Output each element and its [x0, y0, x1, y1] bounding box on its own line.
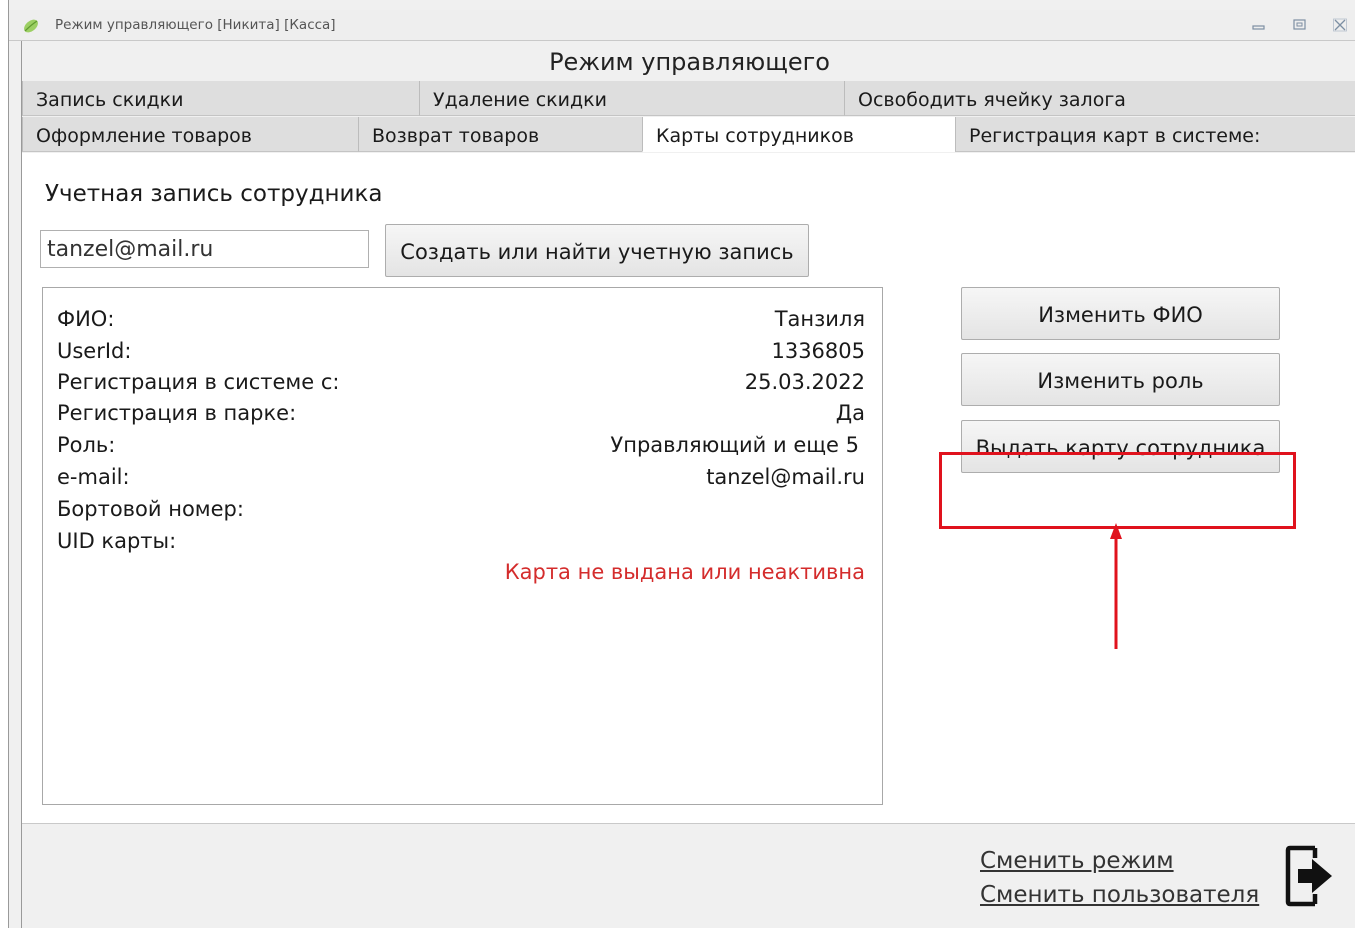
info-row: Роль: Управляющий и еще 5 — [57, 433, 865, 465]
tab-goods-registration[interactable]: Оформление товаров — [22, 117, 358, 152]
tab-row-1: Запись скидки Удаление скидки Освободить… — [22, 81, 1355, 117]
tab-free-deposit-cell[interactable]: Освободить ячейку залога — [844, 81, 1355, 116]
issue-card-button[interactable]: Выдать карту сотрудника — [961, 420, 1280, 473]
info-row: e-mail: tanzel@mail.ru — [57, 465, 865, 497]
find-account-button[interactable]: Создать или найти учетную запись — [385, 224, 809, 277]
info-key: Роль: — [57, 433, 116, 457]
switch-mode-link[interactable]: Сменить режим — [980, 848, 1174, 874]
title-bar: Режим управляющего [Никита] [Касса] — [9, 10, 1355, 41]
tab-employee-cards[interactable]: Карты сотрудников — [642, 117, 955, 152]
info-value: Да — [835, 401, 865, 425]
window-title: Режим управляющего [Никита] [Касса] — [55, 17, 336, 33]
info-key: Регистрация в парке: — [57, 401, 297, 425]
info-value: Танзиля — [774, 307, 865, 331]
info-key: UID карты: — [57, 529, 177, 553]
email-input[interactable] — [40, 230, 369, 268]
change-role-button[interactable]: Изменить роль — [961, 353, 1280, 406]
info-row: ФИО: Танзиля — [57, 307, 865, 339]
info-value: Управляющий и еще 5 — [610, 433, 859, 457]
footer: Сменить режим Сменить пользователя — [22, 824, 1355, 928]
tab-row-2: Оформление товаров Возврат товаров Карты… — [22, 117, 1355, 153]
employee-cards-panel: Учетная запись сотрудника Создать или на… — [22, 153, 1355, 824]
employee-info-box: ФИО: Танзиля UserId: 1336805 Регистрация… — [42, 287, 883, 805]
minimize-icon[interactable] — [1251, 18, 1267, 32]
info-value: 1336805 — [771, 339, 865, 363]
info-key: ФИО: — [57, 307, 115, 331]
main-content: Режим управляющего Запись скидки Удалени… — [21, 41, 1355, 928]
maximize-icon[interactable] — [1292, 18, 1308, 32]
tab-discount-delete[interactable]: Удаление скидки — [419, 81, 844, 116]
card-status-warning: Карта не выдана или неактивна — [504, 560, 865, 584]
info-key: Бортовой номер: — [57, 497, 244, 521]
info-row: Регистрация в парке: Да — [57, 401, 865, 433]
switch-user-link[interactable]: Сменить пользователя — [980, 882, 1259, 908]
info-value: 25.03.2022 — [744, 370, 865, 394]
tab-discount-record[interactable]: Запись скидки — [22, 81, 419, 116]
info-key: e-mail: — [57, 465, 130, 489]
tab-goods-return[interactable]: Возврат товаров — [358, 117, 642, 152]
app-logo-icon — [22, 18, 40, 34]
info-row: UID карты: — [57, 529, 865, 561]
info-row: UserId: 1336805 — [57, 339, 865, 371]
annotation-arrow-icon — [1110, 523, 1122, 649]
info-row: Регистрация в системе с: 25.03.2022 — [57, 370, 865, 402]
info-key: UserId: — [57, 339, 132, 363]
app-window: Режим управляющего [Никита] [Касса] Режи… — [8, 0, 1355, 928]
close-icon[interactable] — [1332, 18, 1348, 32]
info-row: Бортовой номер: — [57, 497, 865, 529]
exit-icon[interactable] — [1284, 844, 1336, 908]
mode-heading: Режим управляющего — [22, 41, 1355, 81]
tab-card-registration[interactable]: Регистрация карт в системе: — [955, 117, 1355, 152]
info-key: Регистрация в системе с: — [57, 370, 340, 394]
section-title: Учетная запись сотрудника — [45, 181, 383, 207]
info-value: tanzel@mail.ru — [706, 465, 865, 489]
change-name-button[interactable]: Изменить ФИО — [961, 287, 1280, 340]
